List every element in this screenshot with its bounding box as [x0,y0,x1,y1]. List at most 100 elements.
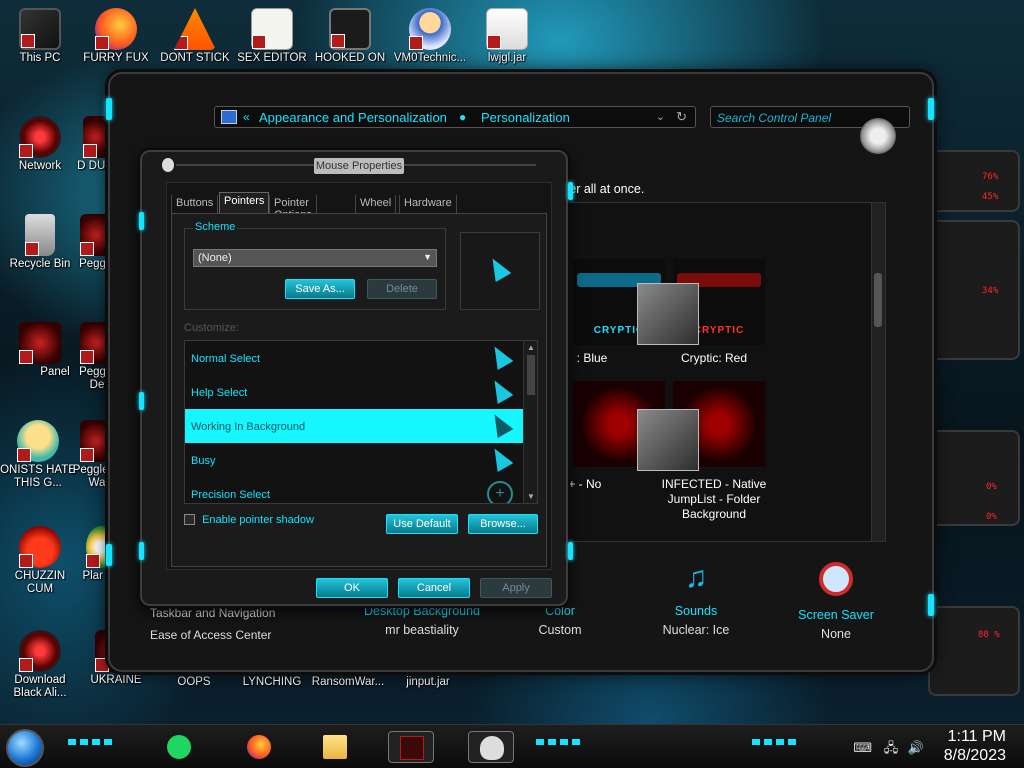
desktop-icon-jinput-jar[interactable]: jinput.jar [390,676,466,696]
desktop-icon-ransomware[interactable]: RansomWar... [310,676,386,696]
desktop-icon-this-pc[interactable]: This PC [2,8,78,65]
taskbar-app-firefox[interactable] [236,731,282,763]
desktop-icon-hooked-on[interactable]: HOOKED ON [312,8,388,65]
pointer-row-normal-select[interactable]: Normal Select [185,341,523,375]
gadget-readout: 0% [986,482,997,492]
taskbar-app-mouse[interactable] [468,731,514,763]
desktop-icon-lynching[interactable]: LYNCHING [234,676,310,696]
desktop-icon-label: Recycle Bin [9,258,71,270]
dialog-led [139,212,144,230]
desktop-icon-chuzzin-cum[interactable]: CHUZZIN CUM [2,526,78,596]
desktop-icon-furry-fux[interactable]: FURRY FUX [78,8,154,65]
scheme-value: (None) [198,252,232,264]
pointer-row-help-select[interactable]: Help Select [185,375,523,409]
delete-button[interactable]: Delete [367,279,437,299]
tab-pointers[interactable]: Pointers [219,192,270,214]
desktop-icon-label: This PC [19,52,61,64]
pointer-shadow-checkbox[interactable] [184,514,195,525]
dialog-led [568,182,573,200]
theme-scrollbar[interactable] [871,203,885,541]
gadget-memory: 34% [928,220,1020,360]
chuzzle-icon [19,526,61,568]
java-jar-icon [486,8,528,50]
scroll-thumb[interactable] [874,273,882,327]
keyboard-icon[interactable]: ⌨ [853,740,872,755]
desktop-icon-control-panel[interactable]: Panel [2,322,78,379]
pointer-row-busy[interactable]: Busy [185,443,523,477]
desktop-icon-dont-stick[interactable]: DONT STICK [157,8,233,65]
pointer-row-working-in-background[interactable]: Working In Background [185,409,523,443]
apply-button[interactable]: Apply [480,578,552,598]
sounds-item[interactable]: ♫ Sounds Nuclear: Ice [626,558,766,637]
help-select-cursor-icon [486,375,514,405]
dialog-body: Buttons Pointers Pointer Options Wheel H… [166,182,552,570]
desktop-icon-oops[interactable]: OOPS [156,676,232,696]
taskbar-app-spotify[interactable] [156,731,202,763]
desktop-icon-lwjgl-jar[interactable]: lwjgl.jar [469,8,545,65]
gadget-drives: 0% 0% [928,430,1020,526]
item-value: Nuclear: Ice [662,623,730,637]
pointer-list[interactable]: Normal Select Help Select Working In Bac… [184,340,538,504]
pointer-preview [460,232,540,310]
vlc-cone-icon [174,8,216,50]
desktop-icon-label: Panel [40,366,70,378]
taskbar-app-control-panel[interactable] [388,731,434,763]
desktop-icon-download-black-ali[interactable]: Download Black Ali... [2,630,78,700]
maze-icon [329,8,371,50]
pointer-shadow-option[interactable]: Enable pointer shadow [184,514,314,526]
breadcrumb-appearance[interactable]: Appearance and Personalization [259,110,447,125]
back-chevron-icon[interactable]: « [243,110,250,124]
mouse-icon [162,158,174,172]
desktop-icon-label: ONISTS HATE THIS G... [0,464,76,489]
browse-button[interactable]: Browse... [468,514,538,534]
desktop-icon-label: VM0Technic... [393,52,467,64]
taskbar-clock[interactable]: 1:11 PM 8/8/2023 [944,727,1006,765]
tab-wheel[interactable]: Wheel [355,195,397,213]
scheme-select[interactable]: (None) ▼ [193,249,437,267]
start-button[interactable] [6,729,44,767]
link-ease-of-access[interactable]: Ease of Access Center [150,628,275,642]
pointer-list-scrollbar[interactable]: ▲ ▼ [523,341,537,503]
desktop-icon-label: DONT STICK [160,52,230,64]
hxd-icon [251,8,293,50]
taskbar-led [68,739,114,745]
desktop-icon-label: SEX EDITOR [237,52,307,64]
pointer-row-precision-select[interactable]: Precision Select + [185,477,523,503]
pointer-name: Precision Select [191,489,270,501]
volume-icon[interactable]: 🔊 [908,740,924,755]
cancel-button[interactable]: Cancel [398,578,470,598]
item-title: Sounds [674,604,718,618]
desktop-icon-onists[interactable]: ONISTS HATE THIS G... [0,420,76,490]
scroll-thumb[interactable] [527,355,535,395]
link-taskbar-navigation[interactable]: Taskbar and Navigation [150,606,275,620]
desktop-icon-sex-editor[interactable]: SEX EDITOR [234,8,310,65]
chevron-down-icon[interactable]: ⌄ [656,110,665,123]
use-default-button[interactable]: Use Default [386,514,458,534]
clock-time: 1:11 PM [947,728,1006,745]
tab-pointer-options[interactable]: Pointer Options [269,195,317,221]
control-panel-icon [19,322,61,364]
desktop-icon-label: Download Black Ali... [13,674,67,699]
system-tray[interactable]: ⌨ 🖧 🔊 [853,739,924,761]
breadcrumb-personalization[interactable]: Personalization [481,110,570,125]
tab-buttons[interactable]: Buttons [171,195,219,213]
refresh-icon[interactable]: ↻ [676,109,687,125]
screen-saver-item[interactable]: Screen Saver None [766,558,906,641]
save-as-button[interactable]: Save As... [285,279,355,299]
desktop-icon-vm0technic[interactable]: VM0Technic... [392,8,468,65]
desktop-icon-network[interactable]: Network [2,116,78,173]
mouse-properties-dialog[interactable]: Mouse Properties Buttons Pointers Pointe… [139,150,573,606]
desktop-icon-label: Network [18,160,62,172]
theme-label-infected-native: INFECTED - Native JumpList - Folder Back… [661,477,767,521]
desktop-icon-label: UKRAINE [90,674,142,686]
item-title: Screen Saver [798,608,874,622]
folder-icon [323,735,347,759]
scroll-up-icon[interactable]: ▲ [527,343,535,352]
desktop-icon-recycle-bin[interactable]: Recycle Bin [2,214,78,271]
tab-hardware[interactable]: Hardware [399,195,457,213]
address-bar[interactable]: « Appearance and Personalization ● Perso… [214,106,696,128]
scroll-down-icon[interactable]: ▼ [527,492,535,501]
taskbar-app-file-explorer[interactable] [312,731,358,763]
ok-button[interactable]: OK [316,578,388,598]
network-icon[interactable]: 🖧 [884,740,899,755]
